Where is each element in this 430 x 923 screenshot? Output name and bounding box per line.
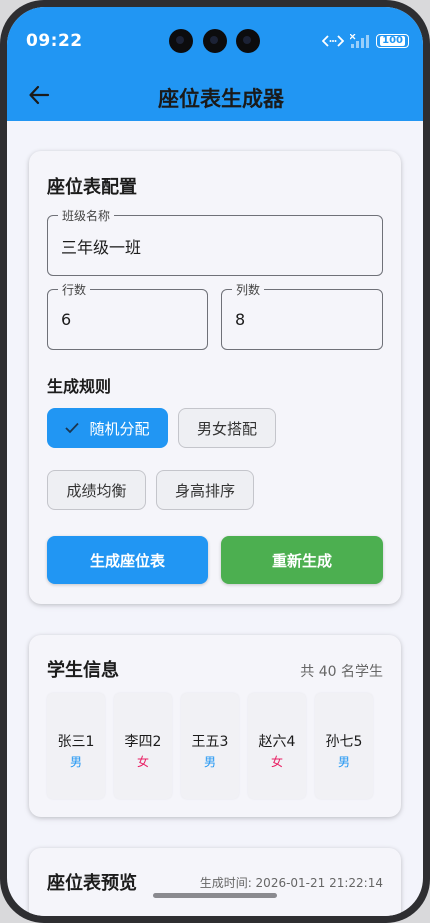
- class-name-value: 三年级一班: [61, 237, 142, 257]
- student-card[interactable]: 王五3 男: [181, 693, 239, 799]
- rules-title: 生成规则: [47, 377, 112, 396]
- rule-chip-label: 身高排序: [174, 481, 235, 500]
- scroll-content[interactable]: 座位表配置 班级名称 三年级一班 行数 6 列数 8 生成规则 随机分配 男女搭…: [7, 121, 423, 916]
- student-name: 孙七5: [325, 734, 363, 750]
- rule-chip-label: 随机分配: [89, 419, 150, 438]
- status-time: 09:22: [26, 31, 83, 51]
- student-card[interactable]: 张三1 男: [47, 693, 105, 799]
- preview-card-title: 座位表预览: [47, 873, 137, 894]
- status-icons: 100: [322, 33, 409, 49]
- page-title: 座位表生成器: [158, 87, 284, 111]
- battery-icon: 100: [376, 34, 409, 48]
- student-gender: 男: [203, 755, 216, 769]
- check-icon: [65, 422, 80, 434]
- student-gender: 男: [337, 755, 350, 769]
- status-bar: 09:22 100: [7, 7, 423, 55]
- rule-chip-score[interactable]: 成绩均衡: [47, 470, 146, 510]
- screen: 09:22 100 座位表生成器 座位表配置 班级名称 三年级一班 行数 6 列…: [7, 7, 423, 916]
- student-name: 李四2: [124, 734, 162, 750]
- config-card: 座位表配置 班级名称 三年级一班 行数 6 列数 8 生成规则 随机分配 男女搭…: [29, 151, 401, 604]
- student-gender: 女: [270, 755, 283, 769]
- camera-lens-icon: [236, 29, 260, 53]
- rule-chip-gender[interactable]: 男女搭配: [178, 408, 276, 448]
- student-name: 赵六4: [258, 734, 296, 750]
- student-gender: 女: [136, 755, 149, 769]
- students-card-title: 学生信息: [47, 660, 119, 681]
- data-transfer-icon: [322, 35, 345, 47]
- student-gender: 男: [69, 755, 82, 769]
- rule-chip-random[interactable]: 随机分配: [47, 408, 168, 448]
- config-card-title: 座位表配置: [47, 177, 137, 198]
- camera-lens-icon: [169, 29, 193, 53]
- rule-chip-label: 男女搭配: [196, 419, 257, 438]
- student-card[interactable]: 孙七5 男: [315, 693, 373, 799]
- signal-icon: [350, 34, 370, 48]
- app-bar: 座位表生成器: [7, 65, 423, 121]
- rows-field[interactable]: 行数 6: [47, 281, 208, 350]
- class-name-field[interactable]: 班级名称 三年级一班: [47, 207, 383, 276]
- students-card: 学生信息 共 40 名学生 张三1 男 李四2 女 王五3 男 赵六4 女 孙七…: [29, 635, 401, 817]
- cols-field[interactable]: 列数 8: [221, 281, 383, 350]
- rule-chip-height[interactable]: 身高排序: [156, 470, 254, 510]
- regenerate-button[interactable]: 重新生成: [221, 536, 383, 584]
- preview-card: 座位表预览 生成时间: 2026-01-21 21:22:14: [29, 848, 401, 916]
- home-indicator[interactable]: [153, 893, 277, 898]
- student-count: 共 40 名学生: [300, 664, 383, 680]
- student-name: 王五3: [191, 734, 229, 750]
- student-name: 张三1: [57, 734, 95, 750]
- rule-chip-label: 成绩均衡: [66, 481, 127, 500]
- camera-lens-icon: [203, 29, 227, 53]
- cols-value: 8: [235, 310, 246, 329]
- device-frame: 09:22 100 座位表生成器 座位表配置 班级名称 三年级一班 行数 6 列…: [0, 0, 430, 923]
- generated-time: 生成时间: 2026-01-21 21:22:14: [199, 876, 383, 890]
- student-card[interactable]: 赵六4 女: [248, 693, 306, 799]
- generate-button[interactable]: 生成座位表: [47, 536, 208, 584]
- rows-value: 6: [61, 310, 72, 329]
- student-card[interactable]: 李四2 女: [114, 693, 172, 799]
